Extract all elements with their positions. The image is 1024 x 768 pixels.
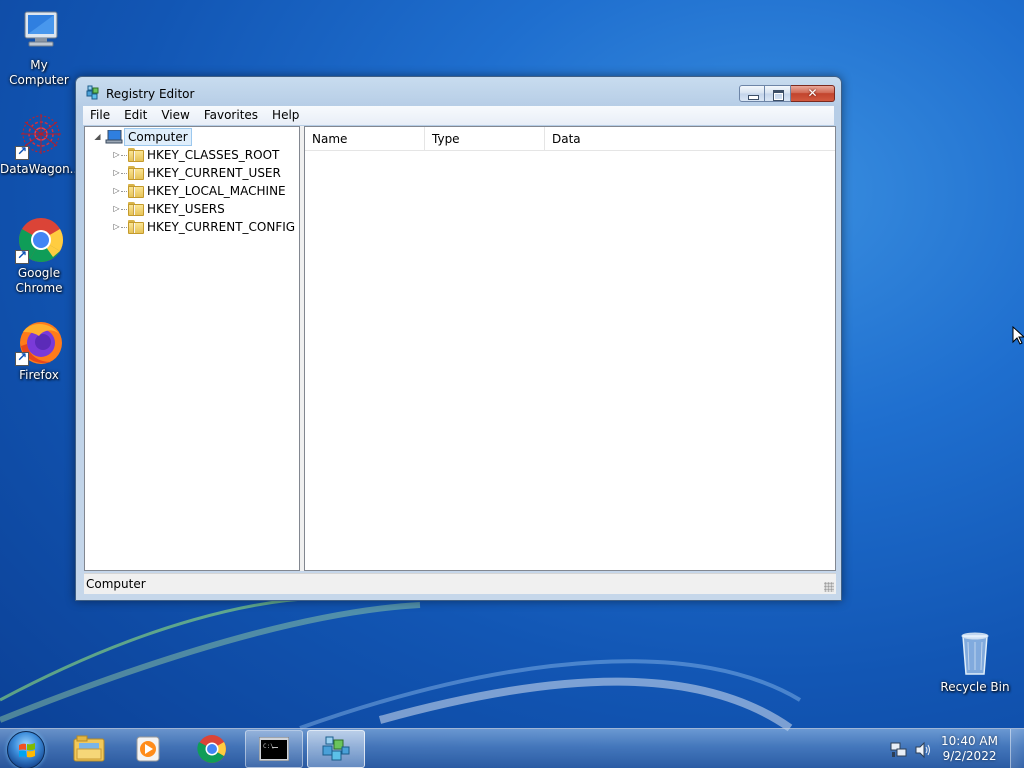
desktop-icon-label: Firefox (19, 368, 59, 382)
registry-tree-pane[interactable]: ◢ Computer ▷ HKEY_CLASSES_ROOT ▷ HKEY_CU… (84, 126, 300, 571)
tree-item-hkey-users[interactable]: ▷ HKEY_USERS (85, 200, 295, 218)
command-prompt-icon: C:\ (259, 737, 289, 761)
tree-item-hkey-local-machine[interactable]: ▷ HKEY_LOCAL_MACHINE (85, 182, 295, 200)
tree-item-hkey-classes-root[interactable]: ▷ HKEY_CLASSES_ROOT (85, 146, 295, 164)
chrome-icon (15, 216, 63, 264)
desktop-icon-label: My Computer (9, 58, 69, 87)
system-tray: 10:40 AM 9/2/2022 (884, 729, 1024, 768)
registry-editor-window[interactable]: Registry Editor File Edit View Favorites… (75, 76, 842, 601)
collapse-arrow-icon[interactable]: ◢ (93, 128, 102, 146)
desktop-icon-datawagon[interactable]: DataWagon... (0, 112, 82, 177)
window-title: Registry Editor (106, 87, 195, 101)
expand-arrow-icon[interactable]: ▷ (112, 146, 121, 164)
expand-arrow-icon[interactable]: ▷ (112, 182, 121, 200)
volume-icon[interactable] (914, 741, 932, 759)
start-button[interactable] (7, 731, 45, 768)
folder-icon (128, 184, 145, 198)
folder-icon (73, 735, 105, 762)
expand-arrow-icon[interactable]: ▷ (112, 200, 121, 218)
minimize-button[interactable] (739, 85, 765, 102)
mouse-cursor-icon (1012, 326, 1024, 345)
desktop-icon-chrome[interactable]: Google Chrome (0, 216, 78, 296)
column-header-data[interactable]: Data (545, 127, 835, 151)
chrome-icon (197, 735, 226, 763)
close-button[interactable] (791, 85, 835, 102)
folder-icon (128, 166, 145, 180)
taskbar-chrome-button[interactable] (183, 730, 241, 768)
desktop-icon-my-computer[interactable]: My Computer (0, 8, 78, 88)
title-bar[interactable]: Registry Editor (76, 77, 841, 107)
maximize-button[interactable] (765, 85, 791, 102)
menu-file[interactable]: File (83, 106, 117, 125)
expand-arrow-icon[interactable]: ▷ (112, 218, 121, 236)
tree-label-hkey[interactable]: HKEY_LOCAL_MACHINE (147, 182, 286, 200)
shortcut-arrow-icon (15, 350, 29, 366)
tree-item-computer[interactable]: ◢ Computer (85, 128, 295, 146)
shortcut-arrow-icon (15, 248, 29, 264)
desktop-icon-firefox[interactable]: Firefox (0, 318, 78, 383)
values-list-pane[interactable]: Name Type Data (304, 126, 836, 571)
resize-grip-icon[interactable] (824, 582, 834, 592)
registry-editor-icon (322, 736, 350, 761)
desktop-icon-recycle-bin[interactable]: Recycle Bin (936, 630, 1014, 695)
tree-label-hkey[interactable]: HKEY_USERS (147, 200, 225, 218)
clock[interactable]: 10:40 AM 9/2/2022 (941, 734, 998, 764)
media-player-icon (136, 736, 160, 762)
column-header-type[interactable]: Type (425, 127, 545, 151)
folder-icon (128, 202, 145, 216)
expand-arrow-icon[interactable]: ▷ (112, 164, 121, 182)
computer-icon (15, 8, 63, 56)
firefox-icon (15, 318, 63, 366)
desktop-icon-label: Google Chrome (15, 266, 63, 295)
menu-favorites[interactable]: Favorites (197, 106, 265, 125)
taskbar: C:\ 10:40 AM 9/2/2022 (0, 728, 1024, 768)
svg-text:C:\: C:\ (263, 743, 274, 750)
network-icon[interactable] (890, 741, 908, 759)
windows-logo-icon (19, 743, 35, 758)
folder-icon (128, 148, 145, 162)
taskbar-regedit-button[interactable] (307, 730, 365, 768)
tree-label-hkey[interactable]: HKEY_CURRENT_CONFIG (147, 218, 295, 236)
shortcut-arrow-icon (15, 144, 29, 160)
tree-label-hkey[interactable]: HKEY_CURRENT_USER (147, 164, 281, 182)
taskbar-cmd-button[interactable]: C:\ (245, 730, 303, 768)
menu-edit[interactable]: Edit (117, 106, 154, 125)
desktop-icon-label: DataWagon... (0, 162, 82, 176)
tree-label-computer[interactable]: Computer (124, 128, 192, 146)
show-desktop-button[interactable] (1010, 729, 1024, 768)
clock-time: 10:40 AM (941, 734, 998, 748)
taskbar-media-player-button[interactable] (120, 730, 178, 768)
tree-item-hkey-current-user[interactable]: ▷ HKEY_CURRENT_USER (85, 164, 295, 182)
menu-view[interactable]: View (154, 106, 196, 125)
status-bar: Computer (84, 573, 836, 594)
folder-icon (128, 220, 145, 234)
clock-date: 9/2/2022 (942, 749, 997, 763)
desktop-icon-label: Recycle Bin (940, 680, 1010, 694)
tree-item-hkey-current-config[interactable]: ▷ HKEY_CURRENT_CONFIG (85, 218, 295, 236)
column-header-name[interactable]: Name (305, 127, 425, 151)
registry-editor-icon (85, 85, 101, 101)
datawagon-icon (15, 112, 63, 160)
menu-bar: File Edit View Favorites Help (83, 106, 834, 125)
taskbar-explorer-button[interactable] (60, 730, 118, 768)
menu-help[interactable]: Help (265, 106, 306, 125)
list-header: Name Type Data (305, 127, 835, 151)
recycle-bin-icon (951, 630, 999, 678)
status-path: Computer (86, 577, 146, 591)
tree-label-hkey[interactable]: HKEY_CLASSES_ROOT (147, 146, 279, 164)
